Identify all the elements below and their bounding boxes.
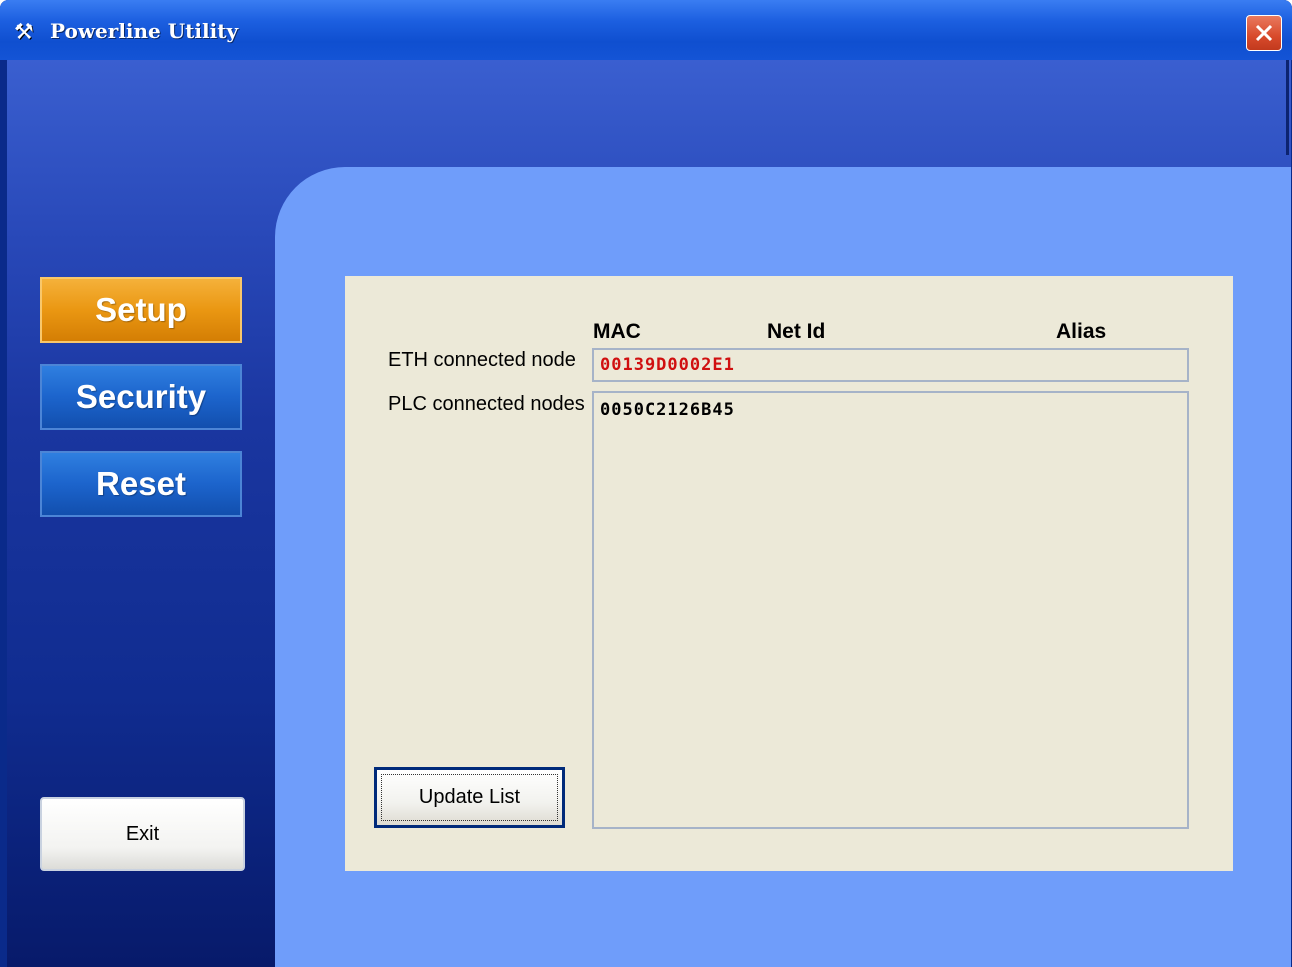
close-button[interactable] (1246, 15, 1282, 51)
reset-button[interactable]: Reset (40, 451, 242, 517)
alias-column-header: Alias (1056, 320, 1107, 343)
eth-node-field[interactable]: 00139D0002E1 (592, 348, 1189, 382)
divider (1286, 60, 1289, 155)
eth-label: ETH connected node (388, 349, 576, 371)
exit-button[interactable]: Exit (40, 797, 245, 871)
focus-rect (381, 774, 558, 821)
mac-column-header: MAC (593, 320, 641, 343)
plc-node-list[interactable]: 0050C2126B45 (592, 391, 1189, 829)
setup-button[interactable]: Setup (40, 277, 242, 343)
net-id-column-header: Net Id (767, 320, 826, 343)
list-item[interactable]: 0050C2126B45 (600, 400, 735, 420)
eth-node-mac: 00139D0002E1 (600, 355, 735, 375)
security-button[interactable]: Security (40, 364, 242, 430)
window-title: Powerline Utility (50, 19, 239, 43)
tools-icon: ⚒ (14, 19, 34, 44)
close-icon (1255, 24, 1273, 42)
title-bar[interactable]: ⚒ Powerline Utility (0, 0, 1292, 60)
update-list-button[interactable]: Update List (374, 767, 565, 828)
app-window: ⚒ Powerline Utility Setup Security Reset… (0, 0, 1292, 967)
plc-label: PLC connected nodes (388, 393, 585, 415)
